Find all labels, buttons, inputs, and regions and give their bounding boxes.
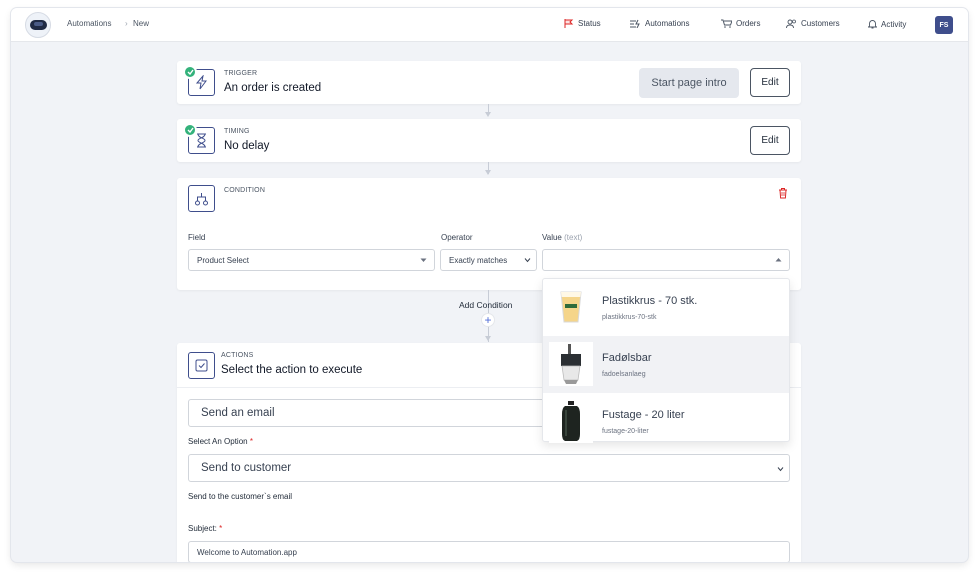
option-slug: plastikkrus-70-stk	[602, 314, 657, 321]
send-option-hint: Send to the customer`s email	[188, 492, 293, 501]
start-page-intro-button[interactable]: Start page intro	[639, 68, 739, 98]
product-image	[549, 285, 593, 329]
dropdown-option[interactable]: Fustage - 20 liter fustage-20-liter	[543, 393, 789, 450]
hourglass-icon	[197, 133, 206, 148]
dropdown-option[interactable]: Plastikkrus - 70 stk. plastikkrus-70-stk	[543, 279, 789, 336]
breadcrumb-separator: ›	[125, 19, 128, 28]
operator-select-value: Exactly matches	[449, 255, 508, 265]
plastic-cup-icon	[560, 291, 582, 323]
subject-value: Welcome to Automation.app	[197, 547, 297, 557]
users-icon	[786, 19, 796, 28]
option-name: Fadølsbar	[602, 352, 652, 364]
keg-icon	[562, 401, 580, 441]
trigger-title: An order is created	[224, 82, 322, 94]
dropdown-option[interactable]: Fadølsbar fadoelsanlaeg	[543, 336, 789, 393]
check-icon	[183, 123, 197, 137]
top-navigation: Automations › New Status Automations Ord…	[11, 8, 968, 42]
send-option-value: Send to customer	[201, 462, 292, 474]
nav-status-label: Status	[578, 19, 601, 28]
nav-activity[interactable]: Activity	[868, 19, 906, 29]
condition-kicker: CONDITION	[224, 187, 266, 194]
chevron-down-icon	[524, 258, 531, 263]
add-condition-label[interactable]: Add Condition	[459, 300, 512, 310]
condition-step-icon	[188, 185, 215, 212]
option-name: Plastikkrus - 70 stk.	[602, 295, 698, 307]
nav-customers[interactable]: Customers	[786, 19, 840, 28]
caret-up-icon	[775, 258, 782, 262]
breadcrumb-new: New	[133, 19, 150, 28]
action-type-value: Send an email	[201, 407, 275, 419]
trigger-kicker: TRIGGER	[224, 70, 258, 77]
operator-select[interactable]: Exactly matches	[440, 249, 537, 271]
select-option-label: Select An Option *	[188, 437, 253, 446]
subject-input[interactable]: Welcome to Automation.app	[188, 541, 790, 562]
timing-title: No delay	[224, 140, 270, 152]
field-select[interactable]: Product Select	[188, 249, 435, 271]
beer-tap-icon	[561, 344, 581, 384]
breadcrumb-automations[interactable]: Automations	[67, 19, 111, 28]
product-image	[549, 342, 593, 386]
add-condition-button[interactable]: +	[481, 313, 495, 327]
nav-status[interactable]: Status	[564, 19, 601, 28]
app-logo[interactable]	[25, 12, 51, 38]
trigger-edit-button[interactable]: Edit	[750, 68, 790, 97]
branch-icon	[195, 192, 208, 205]
trash-icon[interactable]	[778, 187, 788, 199]
check-icon	[183, 65, 197, 79]
chevron-down-icon	[777, 467, 784, 472]
value-dropdown-menu: Plastikkrus - 70 stk. plastikkrus-70-stk…	[542, 278, 790, 443]
nav-customers-label: Customers	[801, 19, 840, 28]
user-avatar[interactable]: FS	[935, 16, 953, 34]
actions-step-icon	[188, 352, 215, 379]
condition-card: CONDITION Field Operator Value (text) Pr…	[177, 178, 801, 290]
value-select[interactable]	[542, 249, 790, 271]
option-name: Fustage - 20 liter	[602, 409, 685, 421]
nav-activity-label: Activity	[881, 19, 907, 29]
bell-icon	[868, 20, 877, 29]
nav-orders[interactable]: Orders	[721, 19, 760, 28]
nav-automations-label: Automations	[645, 19, 690, 28]
nav-automations[interactable]: Automations	[630, 19, 689, 28]
flag-icon	[564, 19, 574, 28]
lightning-icon	[195, 75, 207, 90]
connector-arrow	[485, 336, 491, 341]
timing-kicker: TIMING	[224, 128, 250, 135]
option-slug: fadoelsanlaeg	[602, 371, 646, 378]
caret-down-icon	[420, 258, 427, 262]
trigger-card: TRIGGER An order is created Start page i…	[177, 61, 801, 104]
value-label: Value (text)	[542, 233, 583, 242]
product-image	[549, 399, 593, 443]
send-option-select[interactable]: Send to customer	[188, 454, 790, 482]
field-select-value: Product Select	[197, 255, 250, 265]
connector-arrow	[485, 112, 491, 117]
timing-card: TIMING No delay Edit	[177, 119, 801, 162]
connector-arrow	[485, 170, 491, 175]
app-window: Automations › New Status Automations Ord…	[11, 8, 968, 562]
checkbox-icon	[195, 359, 208, 372]
option-slug: fustage-20-liter	[602, 428, 649, 435]
cart-icon	[721, 19, 732, 28]
actions-title: Select the action to execute	[221, 364, 363, 376]
operator-label: Operator	[441, 233, 473, 242]
actions-kicker: ACTIONS	[221, 352, 254, 359]
nav-orders-label: Orders	[736, 19, 761, 28]
timing-edit-button[interactable]: Edit	[750, 126, 790, 155]
subject-label: Subject: *	[188, 524, 223, 533]
field-label: Field	[188, 233, 206, 242]
automations-icon	[630, 19, 640, 28]
